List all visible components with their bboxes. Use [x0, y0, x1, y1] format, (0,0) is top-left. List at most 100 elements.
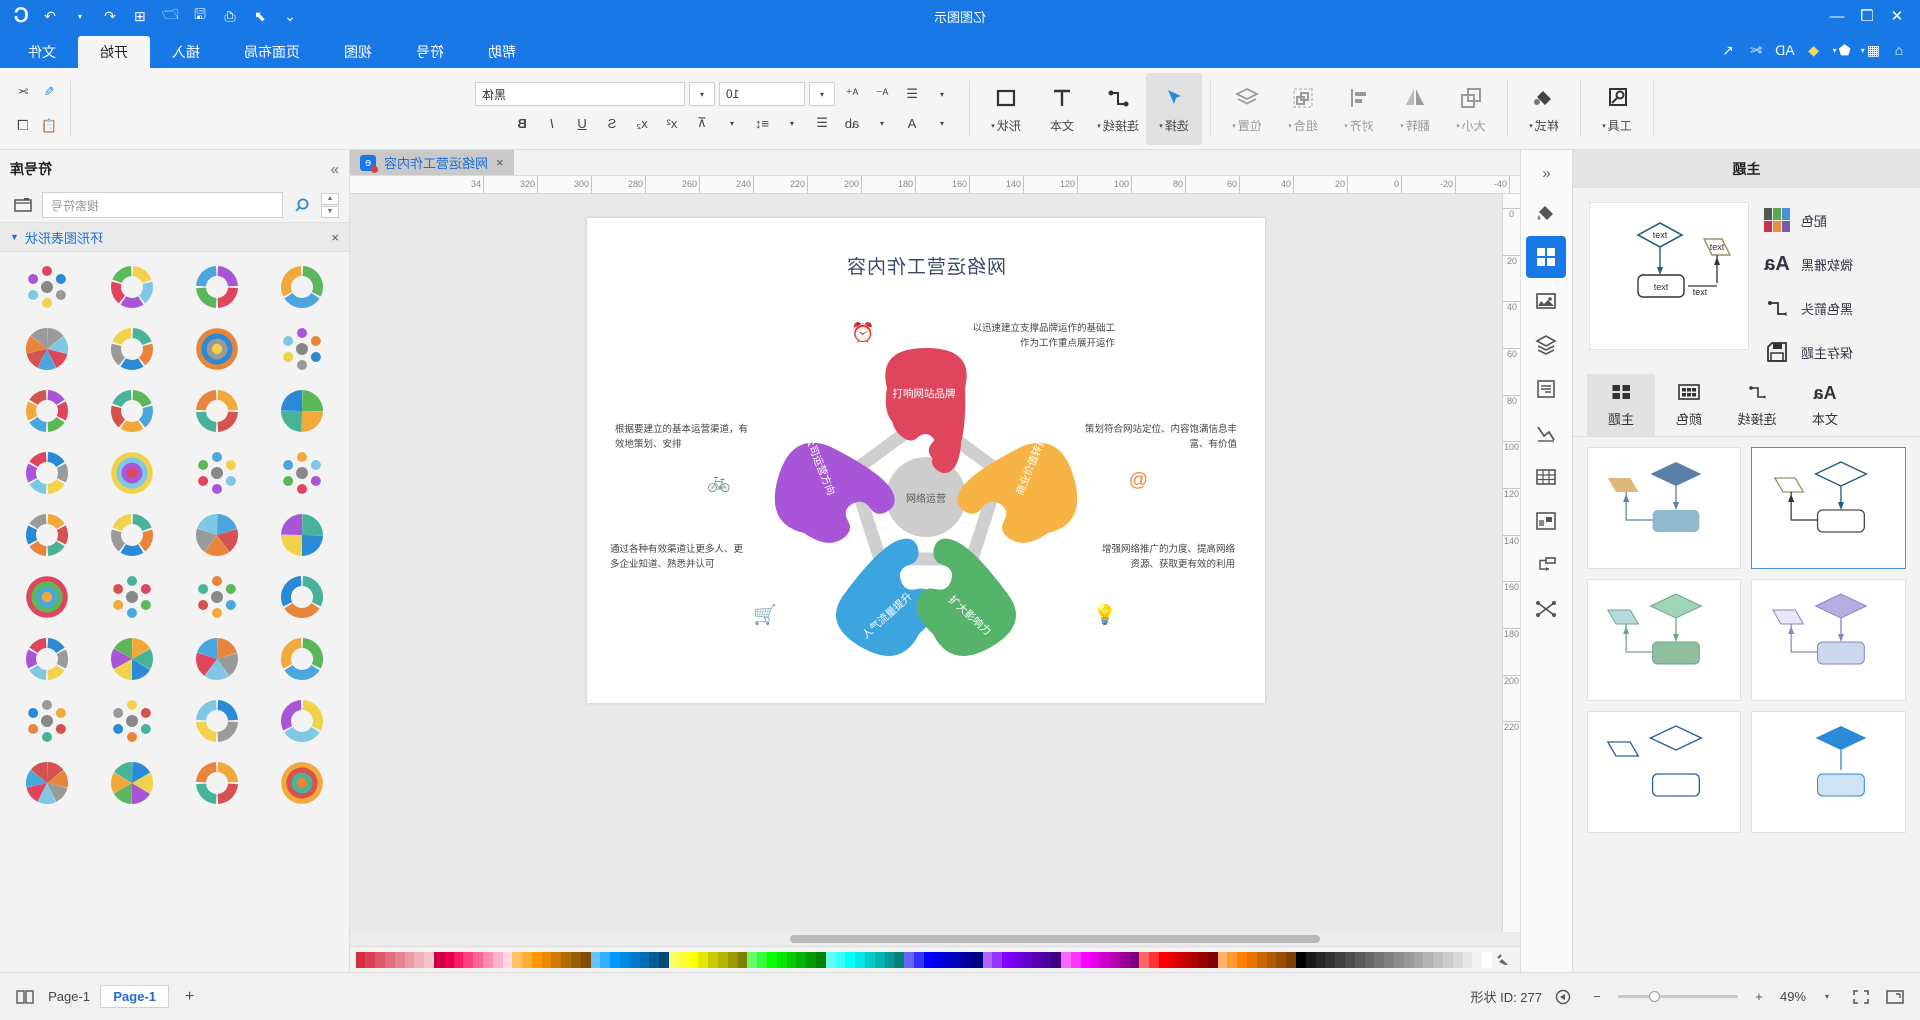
rail-layers-icon[interactable]	[1527, 324, 1567, 366]
palette-color[interactable]	[669, 951, 679, 968]
symbol-donut-5-segment[interactable]	[177, 258, 258, 316]
palette-color[interactable]	[865, 951, 875, 968]
tab-page-layout[interactable]: 页面布局	[222, 36, 322, 68]
palette-color[interactable]	[1090, 951, 1101, 968]
superscript-icon[interactable]: x²	[659, 111, 685, 135]
palette-color[interactable]	[433, 951, 444, 968]
stepper-up[interactable]: ▲	[321, 192, 339, 205]
tab-help[interactable]: 帮助	[466, 36, 538, 68]
tool-button[interactable]: 工具 ▾	[1589, 73, 1645, 145]
scroll-stepper[interactable]: ▲ ▼	[321, 192, 339, 218]
palette-color[interactable]	[1247, 951, 1257, 968]
chevron-down-icon[interactable]: ▾	[1159, 122, 1163, 130]
symbol-donut-gray-ring[interactable]	[6, 258, 87, 316]
stepper-down[interactable]: ▼	[321, 205, 339, 218]
font-size-input[interactable]: 10	[719, 82, 805, 106]
symbol-pie-multi[interactable]	[177, 568, 258, 626]
palette-color[interactable]	[1384, 951, 1395, 968]
palette-color[interactable]	[1433, 951, 1444, 968]
palette-color[interactable]	[1002, 951, 1012, 968]
palette-color[interactable]	[835, 951, 846, 968]
symbol-dot-network-2[interactable]	[177, 382, 258, 440]
scrollbar-thumb[interactable]	[790, 935, 1320, 943]
symbol-category-header[interactable]: × 环形图表形状 ▼	[0, 222, 349, 252]
tab-file[interactable]: 文件	[6, 36, 78, 68]
palette-color[interactable]	[747, 951, 758, 968]
palette-color[interactable]	[1188, 951, 1199, 968]
symbol-radial-chart-2[interactable]	[177, 692, 258, 750]
palette-color[interactable]	[962, 951, 973, 968]
palette-color[interactable]	[708, 951, 719, 968]
rail-fill-bucket-icon[interactable]	[1527, 192, 1567, 234]
palette-color[interactable]	[1423, 951, 1434, 968]
chevron-down-icon[interactable]: ▾	[1456, 122, 1460, 130]
palette-color[interactable]	[1286, 951, 1297, 968]
canvas-scroll[interactable]: 网络运营工作内容 打响网站品牌 公司运营方向 人气流量提升 扩大影响力 商业价值…	[350, 194, 1502, 932]
palette-color[interactable]	[355, 951, 366, 968]
palette-color[interactable]	[933, 951, 944, 968]
palette-color[interactable]	[580, 951, 591, 968]
tab-text[interactable]: Aa 文本	[1791, 374, 1859, 436]
rail-shapes-grid-icon[interactable]	[1526, 236, 1567, 278]
bullets-icon[interactable]: ☰	[809, 111, 835, 135]
palette-color[interactable]	[512, 951, 523, 968]
add-page-button[interactable]: +	[179, 986, 201, 1008]
zoom-dropdown-icon[interactable]: ▾	[1814, 984, 1840, 1010]
chevron-down-icon[interactable]: ▾	[869, 111, 895, 135]
palette-color[interactable]	[767, 951, 777, 968]
collapse-left-icon[interactable]: «	[1527, 156, 1567, 190]
chevron-down-icon[interactable]: ▾	[719, 111, 745, 135]
palette-color[interactable]	[1041, 951, 1052, 968]
palette-color[interactable]	[1227, 951, 1238, 968]
ai-icon[interactable]: ◆	[1801, 36, 1827, 64]
tab-colors[interactable]: 颜色	[1655, 374, 1723, 436]
palette-color[interactable]	[424, 951, 434, 968]
redo-icon[interactable]: ↷	[36, 4, 64, 28]
fullscreen-icon[interactable]	[1848, 984, 1874, 1010]
paste-icon[interactable]: 📋	[36, 114, 62, 138]
palette-color[interactable]	[1080, 951, 1091, 968]
fit-page-icon[interactable]	[1882, 984, 1908, 1010]
palette-strip[interactable]	[355, 951, 1492, 968]
tab-view[interactable]: 视图	[322, 36, 394, 68]
symbol-block-network[interactable]	[91, 382, 172, 440]
palette-color[interactable]	[541, 951, 552, 968]
palette-color[interactable]	[1031, 951, 1042, 968]
font-name-input[interactable]: 黑体	[475, 82, 685, 106]
symbol-pie-rainbow[interactable]	[262, 630, 343, 688]
palette-color[interactable]	[443, 951, 454, 968]
theme-thumbnail[interactable]	[1751, 579, 1906, 701]
line-spacing-icon[interactable]: ≡↕	[749, 111, 775, 135]
present-icon[interactable]	[1550, 984, 1576, 1010]
palette-color[interactable]	[1070, 951, 1081, 968]
highlight-icon[interactable]: ab	[839, 111, 865, 135]
palette-color[interactable]	[1011, 951, 1022, 968]
symbol-radial-chart-8[interactable]	[6, 754, 87, 812]
palette-color[interactable]	[688, 951, 699, 968]
symbol-donut-arrow-ring[interactable]	[91, 320, 172, 378]
view-mode-icon[interactable]	[12, 984, 38, 1010]
copy-icon[interactable]: ❐	[10, 114, 36, 138]
chevron-down-icon[interactable]: ⌄	[276, 4, 304, 28]
palette-color[interactable]	[1021, 951, 1032, 968]
palette-color[interactable]	[473, 951, 483, 968]
symbol-radial-chart-7[interactable]	[91, 754, 172, 812]
symbol-node-cluster-1[interactable]	[262, 320, 343, 378]
palette-color[interactable]	[718, 951, 728, 968]
rail-container-icon[interactable]	[1527, 500, 1567, 542]
theme-thumbnail[interactable]	[1751, 711, 1906, 833]
open-icon[interactable]: 🗁	[156, 4, 184, 28]
palette-color[interactable]	[727, 951, 738, 968]
palette-color[interactable]	[1472, 951, 1483, 968]
close-icon[interactable]: ×	[496, 155, 504, 170]
grid-icon[interactable]: ▦ ▾	[1857, 36, 1884, 64]
palette-color[interactable]	[610, 951, 621, 968]
palette-color[interactable]	[874, 951, 885, 968]
zoom-slider[interactable]	[1617, 991, 1738, 1002]
symbol-circle-nodes[interactable]	[91, 444, 172, 502]
palette-color[interactable]	[953, 951, 963, 968]
chevron-down-icon[interactable]: ▾	[929, 111, 955, 135]
palette-color[interactable]	[384, 951, 395, 968]
palette-dropper-icon[interactable]	[1492, 953, 1514, 967]
align-button[interactable]: 对齐 ▾	[1331, 73, 1387, 145]
